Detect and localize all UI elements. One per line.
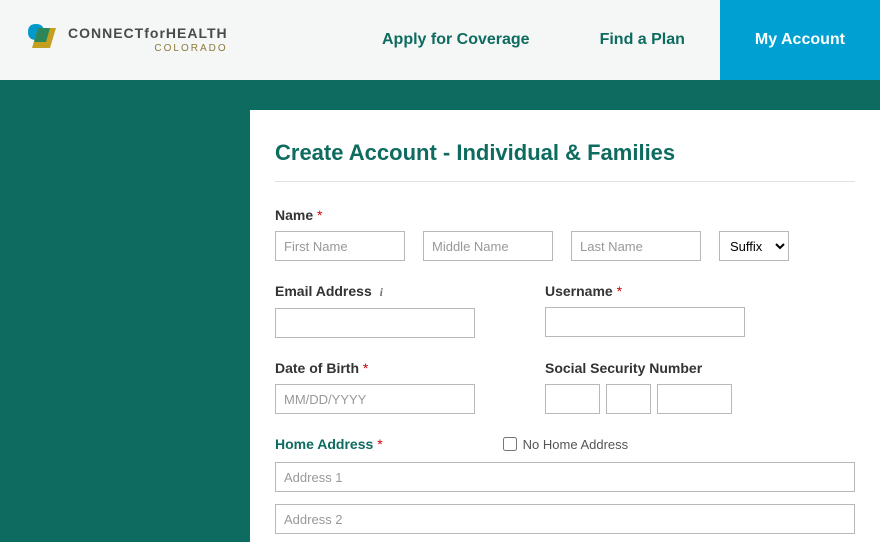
logo-area: CONNECTforHEALTH COLORADO xyxy=(0,0,248,80)
home-address-label: Home Address * xyxy=(275,436,383,452)
logo-icon xyxy=(20,20,60,60)
logo-for-text: for xyxy=(144,25,166,41)
first-name-input[interactable] xyxy=(275,231,405,261)
required-mark: * xyxy=(317,207,322,223)
dob-input[interactable] xyxy=(275,384,475,414)
name-label: Name * xyxy=(275,207,855,223)
ssn-input-3[interactable] xyxy=(657,384,732,414)
home-address-header: Home Address * No Home Address xyxy=(275,436,855,452)
info-icon[interactable]: i xyxy=(380,285,383,299)
main-area: Create Account - Individual & Families N… xyxy=(0,110,880,542)
email-username-row: Email Address i Username * xyxy=(275,283,855,338)
logo-health-text: HEALTH xyxy=(166,25,228,41)
last-name-input[interactable] xyxy=(571,231,701,261)
main-nav: Apply for Coverage Find a Plan My Accoun… xyxy=(347,0,880,80)
email-label: Email Address i xyxy=(275,283,475,300)
ssn-group: Social Security Number xyxy=(545,360,732,414)
name-section: Name * Suffix xyxy=(275,207,855,261)
nav-my-account[interactable]: My Account xyxy=(720,0,880,80)
nav-find-plan[interactable]: Find a Plan xyxy=(565,0,720,80)
suffix-select[interactable]: Suffix xyxy=(719,231,789,261)
required-mark: * xyxy=(363,360,368,376)
page-title: Create Account - Individual & Families xyxy=(275,140,855,166)
required-mark: * xyxy=(617,283,622,299)
nav-apply-coverage[interactable]: Apply for Coverage xyxy=(347,0,565,80)
address1-input[interactable] xyxy=(275,462,855,492)
ssn-input-2[interactable] xyxy=(606,384,651,414)
ssn-input-1[interactable] xyxy=(545,384,600,414)
sidebar xyxy=(0,110,250,542)
no-home-address-label: No Home Address xyxy=(523,437,629,452)
logo-sub-text: COLORADO xyxy=(68,44,228,54)
middle-name-input[interactable] xyxy=(423,231,553,261)
divider xyxy=(275,181,855,182)
logo-text: CONNECTforHEALTH COLORADO xyxy=(68,26,228,54)
no-home-address-wrap[interactable]: No Home Address xyxy=(503,437,629,452)
header: CONNECTforHEALTH COLORADO Apply for Cove… xyxy=(0,0,880,80)
teal-bar xyxy=(0,80,880,110)
address2-input[interactable] xyxy=(275,504,855,534)
dob-ssn-row: Date of Birth * Social Security Number xyxy=(275,360,855,414)
username-input[interactable] xyxy=(545,307,745,337)
dob-label: Date of Birth * xyxy=(275,360,475,376)
logo[interactable]: CONNECTforHEALTH COLORADO xyxy=(20,20,228,60)
dob-group: Date of Birth * xyxy=(275,360,475,414)
email-input[interactable] xyxy=(275,308,475,338)
ssn-label: Social Security Number xyxy=(545,360,732,376)
email-group: Email Address i xyxy=(275,283,475,338)
logo-connect-text: CONNECT xyxy=(68,25,144,41)
username-label: Username * xyxy=(545,283,745,299)
username-group: Username * xyxy=(545,283,745,338)
no-home-address-checkbox[interactable] xyxy=(503,437,517,451)
content: Create Account - Individual & Families N… xyxy=(250,110,880,542)
required-mark: * xyxy=(377,436,382,452)
